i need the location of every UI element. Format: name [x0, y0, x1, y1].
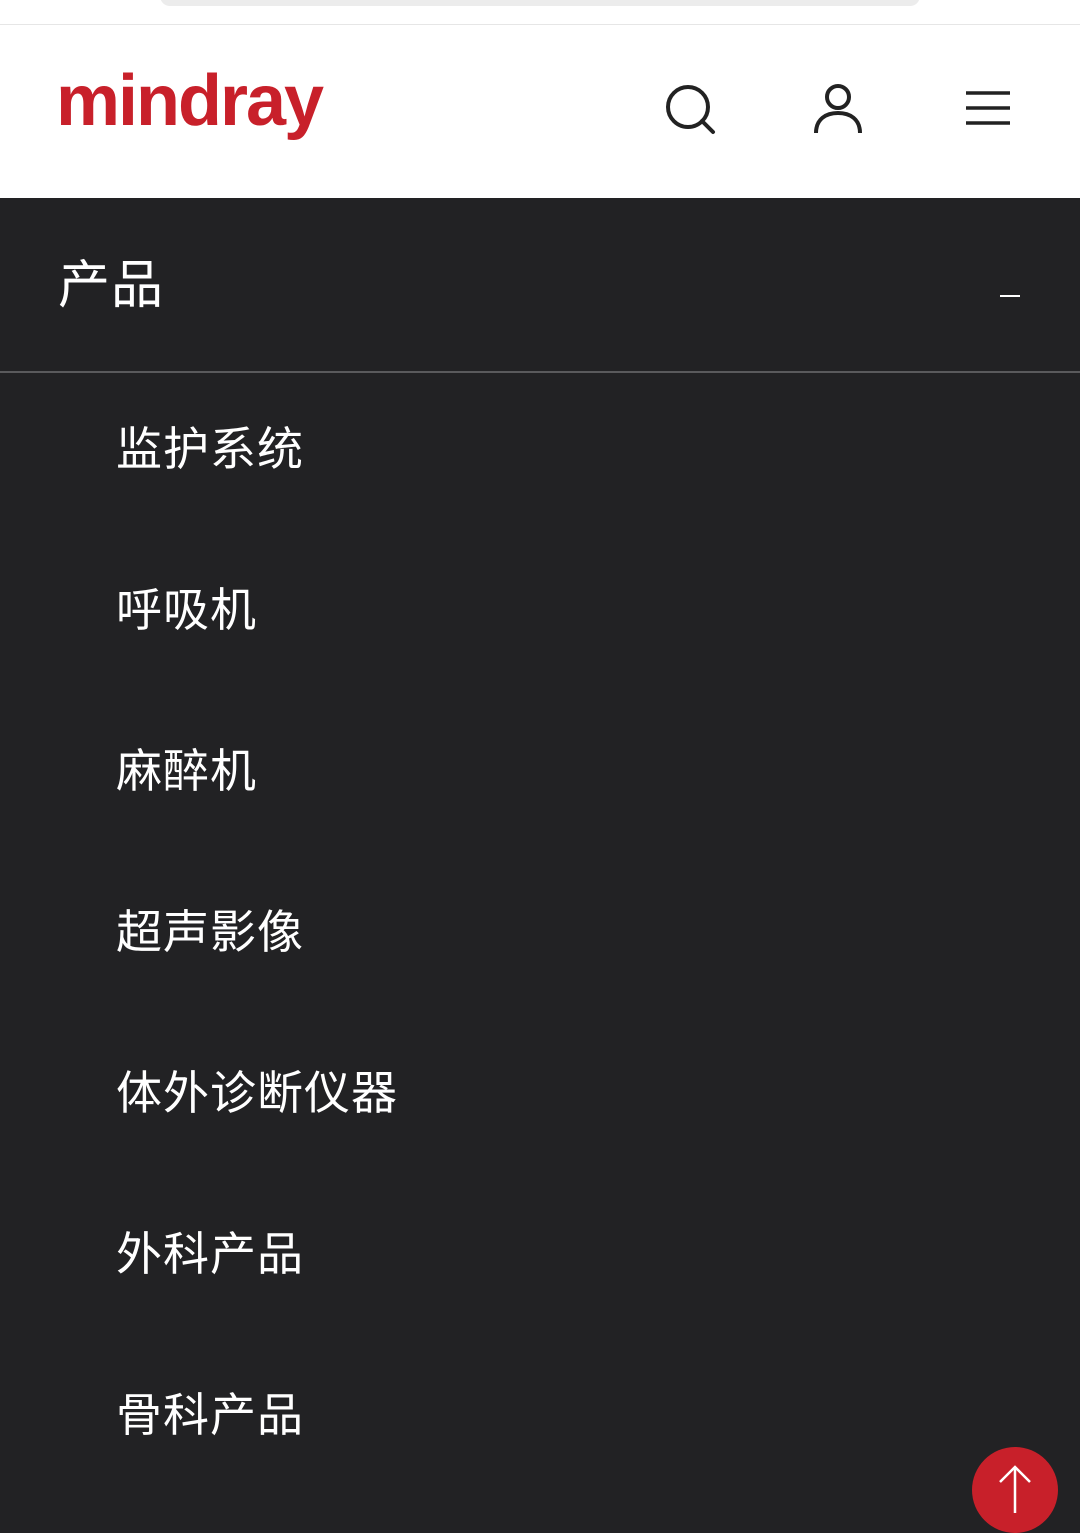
- search-button[interactable]: [658, 77, 722, 141]
- submenu-item-ultrasound[interactable]: 超声影像: [0, 856, 1080, 1017]
- arrow-up-icon: [999, 1465, 1031, 1513]
- address-bar-edge: [160, 0, 920, 6]
- submenu-item-label: 呼吸机: [116, 583, 257, 637]
- products-section-title: 产品: [58, 256, 165, 316]
- submenu-item-label: 超声影像: [116, 905, 304, 959]
- mindray-logo[interactable]: mindray: [56, 61, 356, 157]
- submenu-item-surgical[interactable]: 外科产品: [0, 1178, 1080, 1339]
- search-icon: [666, 85, 715, 134]
- back-to-top-button[interactable]: [972, 1447, 1058, 1533]
- submenu-item-label: 麻醉机: [116, 744, 257, 798]
- site-header: mindray: [0, 25, 1080, 198]
- user-account-button[interactable]: [806, 77, 870, 141]
- submenu-item-orthopedics[interactable]: 骨科产品: [0, 1339, 1080, 1500]
- logo-text: mindray: [56, 67, 324, 141]
- submenu-item-ivd[interactable]: 体外诊断仪器: [0, 1017, 1080, 1178]
- submenu-item-label: 体外诊断仪器: [116, 1066, 398, 1120]
- minus-icon: [1000, 295, 1020, 297]
- submenu-item-anesthesia[interactable]: 麻醉机: [0, 695, 1080, 856]
- submenu-item-label: 外科产品: [116, 1227, 304, 1281]
- page: mindray 产品 监护系统 呼吸机 麻醉机 超声影像 体外诊断仪器 外科产品…: [0, 0, 1080, 1533]
- submenu-item-label: 骨科产品: [116, 1388, 304, 1442]
- hamburger-menu-button[interactable]: [956, 77, 1020, 141]
- products-submenu: 监护系统 呼吸机 麻醉机 超声影像 体外诊断仪器 外科产品 骨科产品: [0, 373, 1080, 1500]
- submenu-item-label: 监护系统: [116, 422, 304, 476]
- submenu-item-ventilators[interactable]: 呼吸机: [0, 534, 1080, 695]
- browser-top-strip: [0, 0, 1080, 25]
- collapse-toggle[interactable]: [990, 262, 1030, 302]
- user-icon: [814, 84, 862, 134]
- hamburger-menu-icon: [966, 91, 1010, 125]
- mobile-menu-panel: 产品 监护系统 呼吸机 麻醉机 超声影像 体外诊断仪器 外科产品 骨科产品: [0, 198, 1080, 1533]
- submenu-item-monitoring[interactable]: 监护系统: [0, 373, 1080, 534]
- products-section-header[interactable]: 产品: [0, 198, 1080, 373]
